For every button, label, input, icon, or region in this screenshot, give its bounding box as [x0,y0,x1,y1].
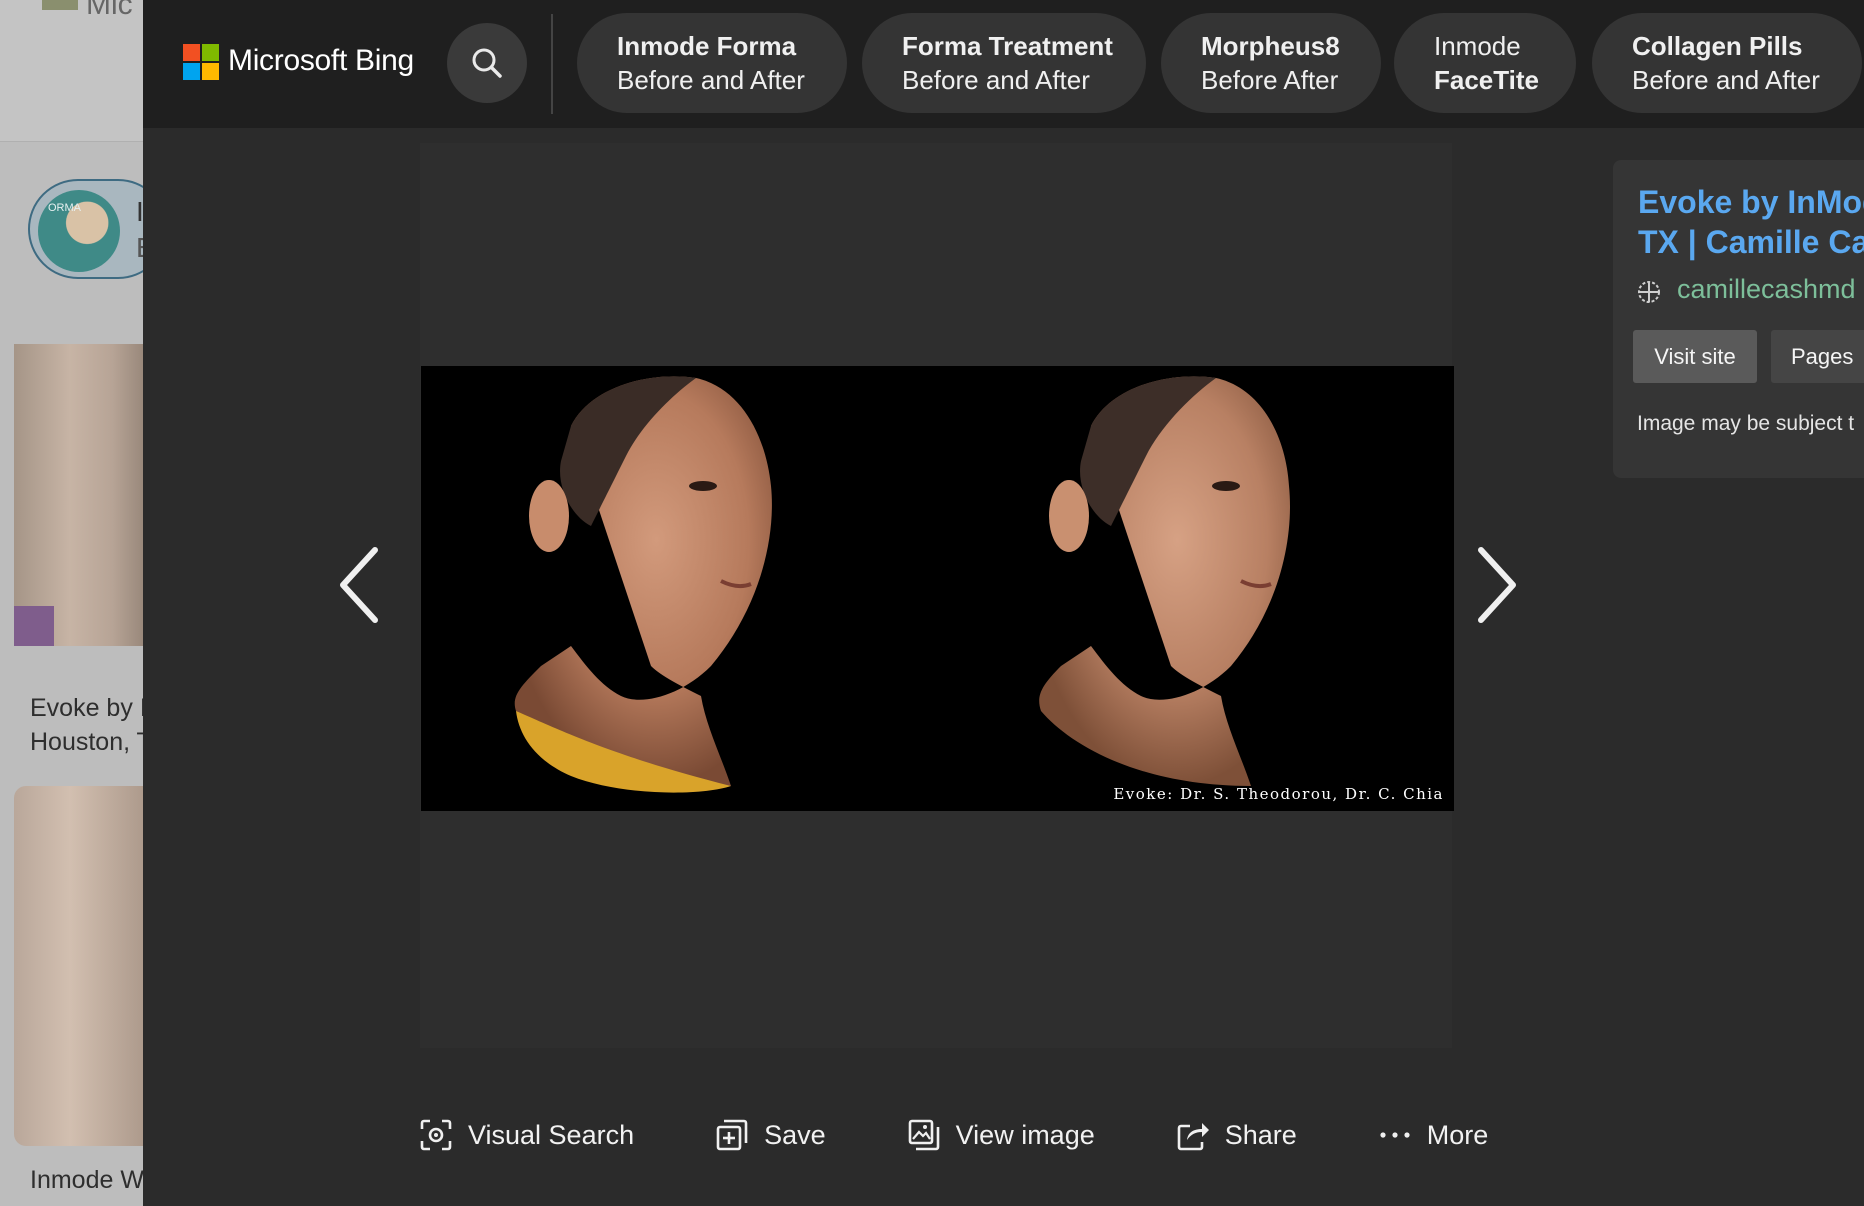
share-button[interactable]: Share [1175,1117,1297,1153]
background-related-chip[interactable]: ORMA [28,179,143,279]
save-icon [714,1117,750,1153]
header-divider [551,14,553,114]
background-caption: Houston, T [30,728,143,756]
pill-line1: Inmode Forma [617,31,797,61]
brand-name[interactable]: Microsoft Bing [228,44,414,78]
viewer-header: Microsoft Bing Inmode Forma Before and A… [143,0,1864,128]
pill-line2: Before and After [1632,65,1820,95]
visual-search-label: Visual Search [468,1119,635,1150]
chip-avatar: ORMA [38,190,120,272]
share-icon [1175,1117,1211,1153]
view-image-icon [906,1117,942,1153]
background-logo-icon [42,0,78,10]
source-title-line1: Evoke by InMod [1638,184,1864,220]
chip-label-line1: I [136,196,143,227]
visual-search-button[interactable]: Visual Search [418,1117,634,1153]
more-label: More [1426,1119,1489,1150]
pill-line1: Inmode [1434,31,1521,61]
view-image-label: View image [955,1119,1095,1150]
pill-line2: Before and After [617,65,805,95]
related-search-pill[interactable]: Collagen Pills Before and After [1592,13,1862,113]
source-domain[interactable]: camillecashmd [1677,274,1856,305]
image-action-bar: Visual Search Save View image Share More [418,1110,1488,1160]
chip-label-line2: E [136,232,143,264]
image-source-panel: Evoke by InMod TX | Camille Cas camillec… [1613,160,1864,478]
background-thumbnail[interactable] [14,786,143,1146]
pill-line1: Forma Treatment [902,31,1113,61]
related-search-pill[interactable]: Inmode FaceTite [1394,13,1576,113]
main-image[interactable]: Evoke: Dr. S. Theodorou, Dr. C. Chia [421,366,1454,811]
chevron-left-icon [340,547,378,623]
background-header: Mic [0,0,143,142]
image-credit: Evoke: Dr. S. Theodorou, Dr. C. Chia [1113,785,1444,803]
bing-image-viewer: Mic ORMA I E Evoke by I Houston, T Inmod… [0,0,1864,1206]
before-after-photo [514,376,1290,793]
more-dots-icon [1377,1117,1413,1153]
chip-avatar-text: ORMA [48,202,81,214]
visual-search-icon [418,1117,454,1153]
background-caption: Inmode W [30,1166,143,1194]
pages-button[interactable]: Pages [1771,330,1864,383]
background-caption: Evoke by I [30,694,143,722]
pill-line2: Before and After [902,65,1090,95]
visit-site-button[interactable]: Visit site [1633,330,1757,383]
copyright-note: Image may be subject t [1637,412,1855,435]
related-search-pill[interactable]: Inmode Forma Before and After [577,13,847,113]
search-button[interactable] [447,23,527,103]
previous-image-button[interactable] [333,540,393,630]
next-image-button[interactable] [1463,540,1523,630]
related-search-pill[interactable]: Forma Treatment Before and After [862,13,1146,113]
globe-icon [1638,281,1660,303]
pill-line1: Morpheus8 [1201,31,1340,61]
source-title-link[interactable]: Evoke by InMod TX | Camille Cas [1638,182,1864,262]
background-results-page: Mic ORMA I E Evoke by I Houston, T Inmod… [0,0,143,1206]
pill-line2: FaceTite [1434,65,1540,95]
image-detail-modal: Microsoft Bing Inmode Forma Before and A… [143,0,1864,1206]
pill-line2: Before After [1201,65,1339,95]
source-title-line2: TX | Camille Cas [1638,224,1864,260]
background-thumbnail[interactable] [14,344,143,646]
share-label: Share [1224,1119,1297,1150]
save-label: Save [764,1119,826,1150]
search-icon [472,48,502,78]
microsoft-logo-icon[interactable] [183,44,219,80]
chevron-right-icon [1478,547,1516,623]
save-button[interactable]: Save [714,1117,826,1153]
more-button[interactable]: More [1377,1117,1489,1153]
pill-line1: Collagen Pills [1632,31,1803,61]
background-logo-text: Mic [86,0,133,21]
related-search-pill[interactable]: Morpheus8 Before After [1161,13,1381,113]
view-image-button[interactable]: View image [906,1117,1095,1153]
